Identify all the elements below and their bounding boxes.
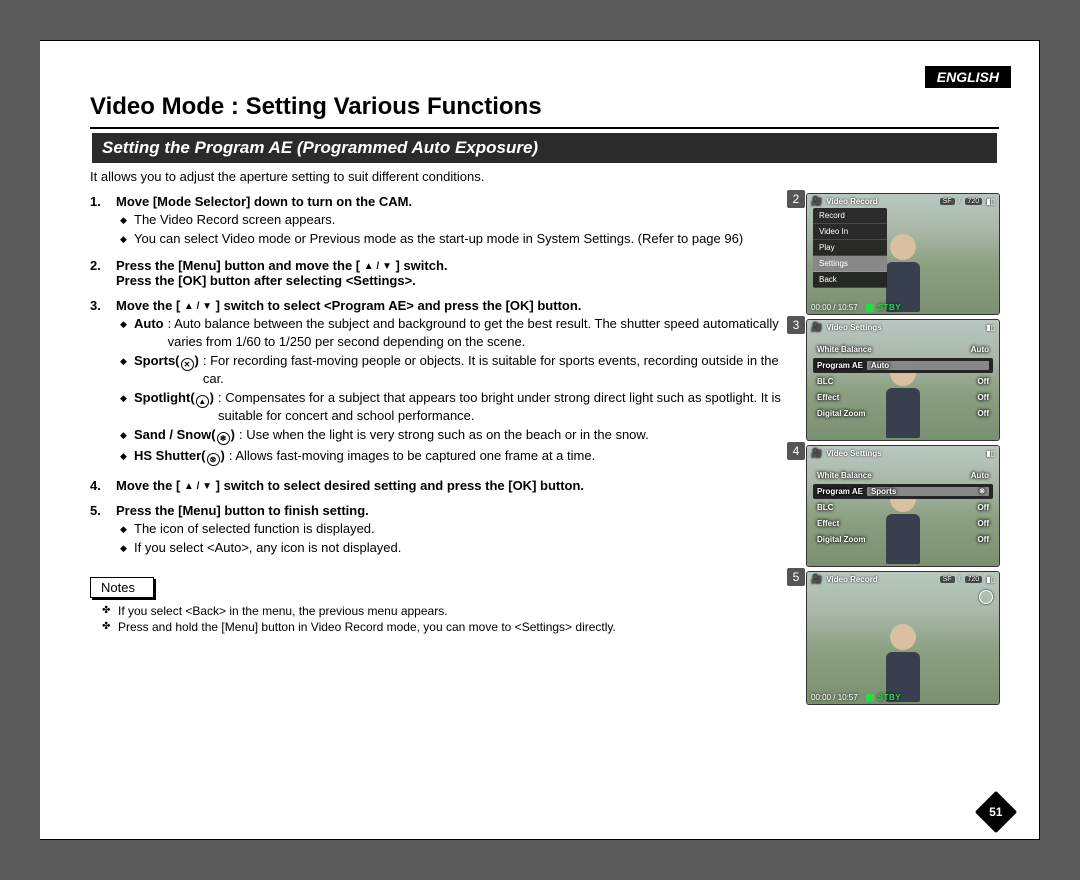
osd-time: 00:00 / 10:57 bbox=[811, 303, 858, 312]
screenshots-column: 2 🎥Video RecordSF/720▮▯ Record Video In … bbox=[807, 194, 999, 704]
menu-item-back[interactable]: Back bbox=[813, 272, 887, 288]
setting-row-selected[interactable]: Program AESports⊗ bbox=[813, 484, 993, 499]
stby-label: STBY bbox=[878, 693, 901, 702]
setting-row[interactable]: Digital ZoomOff bbox=[813, 532, 993, 547]
hsshutter-icon: ⊗ bbox=[207, 453, 220, 466]
page-title: Video Mode : Setting Various Functions bbox=[90, 93, 999, 121]
screenshot-number: 4 bbox=[787, 442, 805, 460]
camera-icon: 🎥 bbox=[811, 574, 822, 585]
resolution-badge: 720 bbox=[965, 198, 983, 205]
step-2: 2. Press the [Menu] button and move the … bbox=[90, 258, 791, 288]
osd-title: Video Settings bbox=[826, 449, 881, 458]
note-item: If you select <Back> in the menu, the pr… bbox=[118, 604, 791, 618]
page-number: 51 bbox=[981, 797, 1011, 827]
step-number: 5. bbox=[90, 503, 116, 557]
step-number: 1. bbox=[90, 194, 116, 248]
battery-icon: ▮▯ bbox=[986, 197, 995, 206]
sports-icon: ⊗ bbox=[979, 487, 985, 495]
setting-row-selected[interactable]: Program AEAuto bbox=[813, 358, 993, 373]
osd-title: Video Settings bbox=[826, 323, 881, 332]
osd-title: Video Record bbox=[826, 197, 877, 206]
step-title: Press the [Menu] button and move the [ ▲… bbox=[116, 258, 791, 288]
bullet: If you select <Auto>, any icon is not di… bbox=[134, 539, 791, 557]
screenshot-number: 3 bbox=[787, 316, 805, 334]
up-down-icon: ▲ / ▼ bbox=[184, 301, 212, 312]
sandsnow-icon: ❄ bbox=[217, 432, 230, 445]
definition: Sports(✕): For recording fast-moving peo… bbox=[134, 352, 791, 387]
definition: Spotlight(▲): Compensates for a subject … bbox=[134, 389, 791, 424]
step-5: 5. Press the [Menu] button to finish set… bbox=[90, 503, 791, 557]
stby-label: STBY bbox=[878, 303, 901, 312]
camera-icon: 🎥 bbox=[811, 448, 822, 459]
step-number: 4. bbox=[90, 478, 116, 493]
definition: Auto: Auto balance between the subject a… bbox=[134, 315, 791, 350]
bullet: The Video Record screen appears. bbox=[134, 211, 791, 229]
stby-icon bbox=[866, 694, 874, 702]
intro-text: It allows you to adjust the aperture set… bbox=[90, 169, 999, 184]
step-title: Press the [Menu] button to finish settin… bbox=[116, 503, 791, 518]
definition: HS Shutter(⊗): Allows fast-moving images… bbox=[134, 447, 791, 466]
screenshot-3: 3 🎥Video Settings▮▯ White BalanceAuto Pr… bbox=[807, 320, 999, 440]
note-item: Press and hold the [Menu] button in Vide… bbox=[118, 620, 791, 634]
bullet: The icon of selected function is display… bbox=[134, 520, 791, 538]
notes-heading: Notes bbox=[90, 577, 154, 598]
step-number: 2. bbox=[90, 258, 116, 288]
step-title: Move [Mode Selector] down to turn on the… bbox=[116, 194, 791, 209]
spotlight-icon: ▲ bbox=[196, 395, 209, 408]
quality-badge: SF bbox=[940, 576, 955, 583]
screenshot-2: 2 🎥Video RecordSF/720▮▯ Record Video In … bbox=[807, 194, 999, 314]
osd-time: 00:00 / 10:57 bbox=[811, 693, 858, 702]
battery-icon: ▮▯ bbox=[986, 323, 995, 332]
menu-item-videoin[interactable]: Video In bbox=[813, 224, 887, 240]
menu-item-settings[interactable]: Settings bbox=[813, 256, 887, 272]
screenshot-number: 5 bbox=[787, 568, 805, 586]
osd-title: Video Record bbox=[826, 575, 877, 584]
instructions-column: 1. Move [Mode Selector] down to turn on … bbox=[90, 194, 791, 704]
camera-icon: 🎥 bbox=[811, 196, 822, 207]
setting-row[interactable]: White BalanceAuto bbox=[813, 468, 993, 483]
menu-panel[interactable]: Record Video In Play Settings Back bbox=[813, 208, 887, 288]
sports-mode-icon bbox=[979, 590, 993, 604]
screenshot-number: 2 bbox=[787, 190, 805, 208]
menu-item-play[interactable]: Play bbox=[813, 240, 887, 256]
sports-icon: ✕ bbox=[181, 358, 194, 371]
setting-row[interactable]: White BalanceAuto bbox=[813, 342, 993, 357]
step-4: 4. Move the [ ▲ / ▼ ] switch to select d… bbox=[90, 478, 791, 493]
step-title: Move the [ ▲ / ▼ ] switch to select desi… bbox=[116, 478, 791, 493]
step-title: Move the [ ▲ / ▼ ] switch to select <Pro… bbox=[116, 298, 791, 313]
definition: Sand / Snow(❄): Use when the light is ve… bbox=[134, 426, 791, 445]
manual-page: ENGLISH Video Mode : Setting Various Fun… bbox=[40, 40, 1040, 840]
step-number: 3. bbox=[90, 298, 116, 468]
setting-row[interactable]: EffectOff bbox=[813, 516, 993, 531]
step-3: 3. Move the [ ▲ / ▼ ] switch to select <… bbox=[90, 298, 791, 468]
up-down-icon: ▲ / ▼ bbox=[364, 261, 392, 272]
language-tab: ENGLISH bbox=[925, 66, 1011, 88]
screenshot-4: 4 🎥Video Settings▮▯ White BalanceAuto Pr… bbox=[807, 446, 999, 566]
step-1: 1. Move [Mode Selector] down to turn on … bbox=[90, 194, 791, 248]
setting-row[interactable]: EffectOff bbox=[813, 390, 993, 405]
up-down-icon: ▲ / ▼ bbox=[184, 481, 212, 492]
quality-badge: SF bbox=[940, 198, 955, 205]
screenshot-5: 5 🎥Video RecordSF/720▮▯ 00:00 / 10:57STB… bbox=[807, 572, 999, 704]
section-heading: Setting the Program AE (Programmed Auto … bbox=[92, 133, 997, 163]
bullet: You can select Video mode or Previous mo… bbox=[134, 230, 791, 248]
setting-row[interactable]: BLCOff bbox=[813, 374, 993, 389]
setting-row[interactable]: Digital ZoomOff bbox=[813, 406, 993, 421]
camera-icon: 🎥 bbox=[811, 322, 822, 333]
menu-item-record[interactable]: Record bbox=[813, 208, 887, 224]
divider bbox=[90, 127, 999, 129]
resolution-badge: 720 bbox=[965, 576, 983, 583]
battery-icon: ▮▯ bbox=[986, 449, 995, 458]
stby-icon bbox=[866, 304, 874, 312]
battery-icon: ▮▯ bbox=[986, 575, 995, 584]
setting-row[interactable]: BLCOff bbox=[813, 500, 993, 515]
